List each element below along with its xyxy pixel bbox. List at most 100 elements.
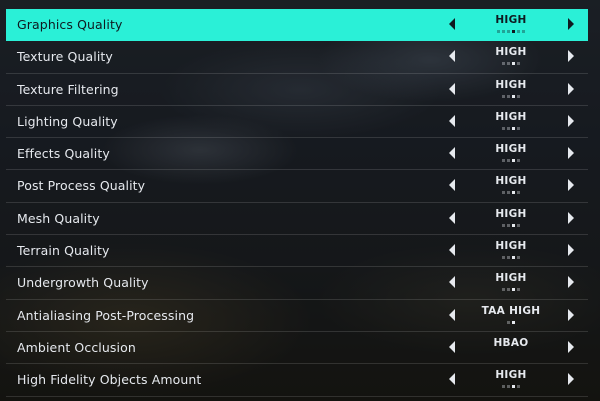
caret-right-icon[interactable] (568, 82, 574, 95)
setting-value: HIGH (495, 240, 527, 253)
option-dot (507, 191, 510, 195)
option-dot (507, 94, 510, 98)
caret-left-icon[interactable] (449, 373, 455, 386)
caret-left-icon[interactable] (449, 82, 455, 95)
setting-label: Terrain Quality (17, 243, 110, 259)
option-indicator (461, 30, 561, 33)
setting-value: TAA HIGH (481, 304, 541, 317)
setting-value: HIGH (495, 78, 527, 91)
caret-right-icon[interactable] (568, 211, 574, 224)
graphics-settings-list: Graphics Quality HIGH Texture Quality HIGH T… (6, 9, 588, 397)
option-indicator (461, 191, 561, 195)
option-dot (517, 62, 520, 66)
caret-left-icon[interactable] (449, 308, 455, 321)
option-indicator (461, 94, 561, 98)
caret-right-icon[interactable] (568, 373, 574, 386)
caret-left-icon[interactable] (449, 340, 455, 353)
caret-left-icon[interactable] (449, 179, 455, 192)
option-indicator (461, 126, 561, 130)
setting-row-effects-quality[interactable]: Effects Quality HIGH (6, 138, 588, 171)
caret-left-icon[interactable] (449, 114, 455, 127)
option-indicator (461, 256, 561, 260)
option-indicator (461, 385, 561, 389)
caret-right-icon[interactable] (568, 179, 574, 192)
setting-label: Texture Quality (17, 49, 113, 65)
option-dot (517, 126, 520, 130)
option-dot (502, 94, 505, 98)
option-dot (502, 223, 505, 227)
option-dot (512, 30, 515, 33)
option-dot (502, 256, 505, 260)
option-dot (502, 62, 505, 66)
setting-row-texture-quality[interactable]: Texture Quality HIGH (6, 41, 588, 74)
option-dot (522, 30, 525, 33)
setting-row-undergrowth-quality[interactable]: Undergrowth Quality HIGH (6, 267, 588, 300)
setting-row-ambient-occlusion[interactable]: Ambient Occlusion HBAO (6, 332, 588, 365)
option-dot (517, 94, 520, 98)
caret-right-icon[interactable] (568, 114, 574, 127)
setting-row-post-process-quality[interactable]: Post Process Quality HIGH (6, 170, 588, 203)
option-dot (517, 288, 520, 292)
setting-value: HIGH (495, 143, 527, 156)
caret-right-icon[interactable] (568, 308, 574, 321)
setting-row-texture-filtering[interactable]: Texture Filtering HIGH (6, 74, 588, 106)
option-dot (502, 159, 505, 163)
option-dot (517, 191, 520, 195)
setting-row-graphics-quality[interactable]: Graphics Quality HIGH (6, 9, 588, 42)
option-dot (507, 30, 510, 33)
setting-row-antialiasing-post-processing[interactable]: Antialiasing Post-Processing TAA HIGH (6, 300, 588, 332)
option-dot (502, 385, 505, 389)
option-dot (502, 126, 505, 130)
option-dot (502, 288, 505, 292)
caret-left-icon[interactable] (449, 244, 455, 257)
setting-label: Antialiasing Post-Processing (17, 307, 195, 323)
option-dot (512, 288, 515, 292)
option-dot (497, 30, 500, 33)
setting-row-high-fidelity-objects-amount[interactable]: High Fidelity Objects Amount HIGH (6, 364, 588, 397)
caret-right-icon[interactable] (568, 276, 574, 289)
setting-label: Ambient Occlusion (17, 339, 136, 355)
caret-left-icon[interactable] (449, 211, 455, 224)
setting-label: Graphics Quality (17, 17, 123, 32)
option-dot (517, 256, 520, 260)
caret-left-icon[interactable] (449, 147, 455, 160)
setting-value: HIGH (495, 175, 527, 188)
option-dot (507, 223, 510, 227)
option-dot (517, 30, 520, 33)
option-dot (517, 159, 520, 163)
option-dot (507, 385, 510, 389)
caret-right-icon[interactable] (568, 340, 574, 353)
option-dot (507, 256, 510, 260)
setting-label: High Fidelity Objects Amount (17, 372, 202, 388)
setting-value: HIGH (495, 46, 527, 59)
option-dot (512, 320, 515, 324)
option-dot (512, 94, 515, 98)
setting-row-lighting-quality[interactable]: Lighting Quality HIGH (6, 106, 588, 139)
setting-row-mesh-quality[interactable]: Mesh Quality HIGH (6, 203, 588, 236)
option-dot (517, 385, 520, 389)
setting-label: Effects Quality (17, 146, 110, 162)
option-dot (507, 62, 510, 66)
option-dot (512, 159, 515, 163)
option-indicator (461, 320, 561, 324)
option-dot (512, 223, 515, 227)
caret-right-icon[interactable] (568, 50, 574, 63)
setting-value: HIGH (495, 14, 527, 26)
option-dot (512, 126, 515, 130)
option-dot (517, 223, 520, 227)
setting-row-terrain-quality[interactable]: Terrain Quality HIGH (6, 235, 588, 268)
caret-right-icon[interactable] (568, 147, 574, 160)
caret-right-icon[interactable] (568, 244, 574, 257)
setting-label: Undergrowth Quality (17, 275, 149, 291)
caret-left-icon[interactable] (449, 50, 455, 63)
caret-right-icon[interactable] (568, 18, 574, 30)
caret-left-icon[interactable] (449, 18, 455, 30)
setting-label: Texture Filtering (17, 81, 119, 97)
option-indicator (461, 288, 561, 292)
option-dot (512, 385, 515, 389)
option-dot (502, 30, 505, 33)
option-dot (512, 62, 515, 66)
setting-label: Post Process Quality (17, 178, 146, 194)
option-indicator (461, 159, 561, 163)
caret-left-icon[interactable] (449, 276, 455, 289)
